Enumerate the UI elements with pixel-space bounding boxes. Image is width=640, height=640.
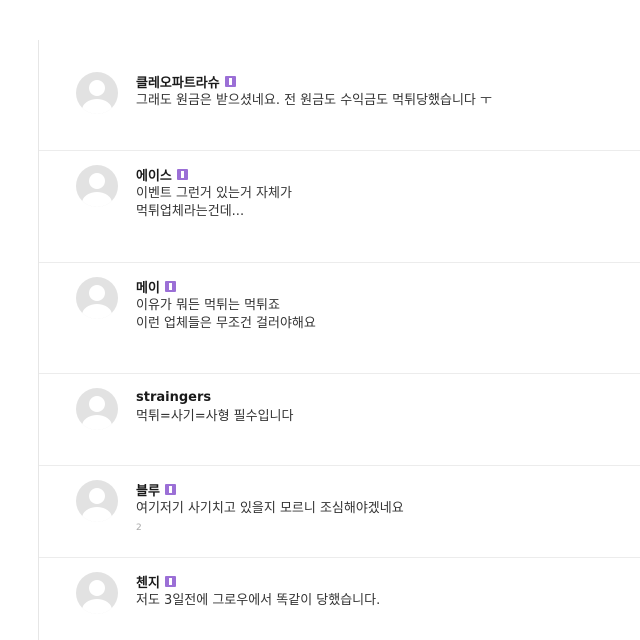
level-badge-icon: [164, 575, 176, 587]
user-silhouette-icon: [82, 285, 112, 319]
user-silhouette-icon: [82, 173, 112, 207]
avatar[interactable]: [76, 388, 118, 430]
comment-text: 이벤트 그런거 있는거 자체가 먹튀업체라는건데...: [136, 185, 640, 221]
comment-extra-text: 2: [136, 523, 142, 533]
level-badge-icon: [224, 75, 236, 87]
avatar[interactable]: [76, 165, 118, 207]
avatar[interactable]: [76, 277, 118, 319]
comment-text-line: 이런 업체들은 무조건 걸러야해요: [136, 316, 316, 331]
comment-text: 먹튀=사기=사형 필수입니다: [136, 409, 294, 424]
user-silhouette-icon: [82, 396, 112, 430]
comment-author[interactable]: 클레오파트라슈: [136, 72, 220, 91]
comment-text: 그래도 원금은 받으셨네요. 전 원금도 수익금도 먹튀당했습니다 ㅜ: [136, 93, 492, 108]
comment-author[interactable]: 메이: [136, 277, 160, 296]
avatar[interactable]: [76, 572, 118, 614]
comment-item: straingers 먹튀=사기=사형 필수입니다: [39, 374, 640, 466]
level-badge-icon: [176, 168, 188, 180]
comment-author[interactable]: 첸지: [136, 572, 160, 591]
level-badge-icon: [164, 280, 176, 292]
comment-author[interactable]: straingers: [136, 390, 211, 405]
comment-text: 이유가 뭐든 먹튀는 먹튀죠 이런 업체들은 무조건 걸러야해요: [136, 297, 640, 333]
comment-text: 저도 3일전에 그로우에서 똑같이 당했습니다.: [136, 593, 381, 608]
comment-text-line: 이유가 뭐든 먹튀는 먹튀죠: [136, 298, 280, 313]
avatar[interactable]: [76, 480, 118, 522]
comment-text: 여기저기 사기치고 있을지 모르니 조심해야겠네요: [136, 501, 404, 516]
comment-item: 클레오파트라슈 그래도 원금은 받으셨네요. 전 원금도 수익금도 먹튀당했습니…: [39, 40, 640, 151]
comment-item: 에이스 이벤트 그런거 있는거 자체가 먹튀업체라는건데...: [39, 151, 640, 263]
comment-text-line: 이벤트 그런거 있는거 자체가: [136, 186, 292, 201]
comment-item: 블루 여기저기 사기치고 있을지 모르니 조심해야겠네요 2: [39, 466, 640, 558]
user-silhouette-icon: [82, 80, 112, 114]
comment-author[interactable]: 블루: [136, 480, 160, 499]
user-silhouette-icon: [82, 580, 112, 614]
avatar[interactable]: [76, 72, 118, 114]
user-silhouette-icon: [82, 488, 112, 522]
comment-item: 메이 이유가 뭐든 먹튀는 먹튀죠 이런 업체들은 무조건 걸러야해요: [39, 263, 640, 374]
comment-author[interactable]: 에이스: [136, 165, 172, 184]
comment-item: 첸지 저도 3일전에 그로우에서 똑같이 당했습니다.: [39, 558, 640, 640]
comment-list: 클레오파트라슈 그래도 원금은 받으셨네요. 전 원금도 수익금도 먹튀당했습니…: [39, 40, 640, 640]
level-badge-icon: [164, 483, 176, 495]
comment-text-line: 먹튀업체라는건데...: [136, 204, 245, 219]
